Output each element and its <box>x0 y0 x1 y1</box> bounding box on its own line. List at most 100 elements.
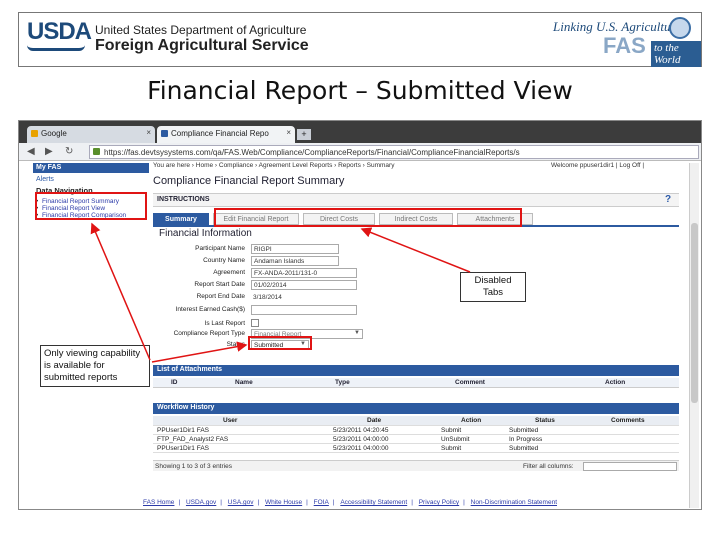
breadcrumb: You are here › Home › Compliance › Agree… <box>153 162 395 169</box>
field-label: Country Name <box>203 257 245 264</box>
workflow-header-row: User Date Action Status Comments <box>153 416 679 426</box>
workflow-col-user[interactable]: User <box>223 417 237 424</box>
forward-icon[interactable]: ▶ <box>45 146 53 157</box>
workflow-col-action[interactable]: Action <box>461 417 481 424</box>
workflow-status: Submitted <box>509 445 539 452</box>
workflow-date: 5/23/2011 04:00:00 <box>333 436 389 443</box>
field-label: Participant Name <box>195 245 245 252</box>
browser-screenshot: Google × Compliance Financial Repo × + ◀… <box>18 120 702 510</box>
help-icon[interactable]: ? <box>665 194 671 205</box>
interest-earned-field <box>251 305 357 315</box>
footer-link-fas-home[interactable]: FAS Home <box>143 499 174 506</box>
footer-link-usda[interactable]: USDA.gov <box>186 499 216 506</box>
field-label: Agreement <box>213 269 245 276</box>
attachments-col-type[interactable]: Type <box>335 379 350 386</box>
google-favicon-icon <box>31 130 38 137</box>
instructions-label: INSTRUCTIONS <box>157 196 210 203</box>
workflow-col-date[interactable]: Date <box>367 417 381 424</box>
tab-summary[interactable]: Summary <box>153 213 209 225</box>
attachments-col-action[interactable]: Action <box>605 379 625 386</box>
footer-link-privacy[interactable]: Privacy Policy <box>419 499 459 506</box>
footer-link-usa[interactable]: USA.gov <box>228 499 254 506</box>
footer-links: FAS Home | USDA.gov | USA.gov | White House… <box>143 499 557 506</box>
usda-department-name: United States Department of Agriculture <box>95 23 307 37</box>
browser-tab-compliance[interactable]: Compliance Financial Repo × <box>157 126 295 143</box>
usda-fas-banner: USDA United States Department of Agricul… <box>18 12 702 67</box>
instructions-bar[interactable]: INSTRUCTIONS ? <box>153 193 679 207</box>
workflow-action: Submit <box>441 427 462 434</box>
footer-link-accessibility[interactable]: Accessibility Statement <box>340 499 407 506</box>
workflow-action: Submit <box>441 445 462 452</box>
back-icon[interactable]: ◀ <box>27 146 35 157</box>
browser-tab-label: Compliance Financial Repo <box>171 129 269 138</box>
usda-logo: USDA <box>27 18 92 45</box>
workflow-heading: Workflow History <box>153 403 679 414</box>
close-icon[interactable]: × <box>146 128 151 137</box>
close-icon[interactable]: × <box>286 128 291 137</box>
viewing-capability-callout: Only viewing capability is available for… <box>40 345 150 387</box>
participant-name-field: RIGPI <box>251 244 339 254</box>
reload-icon[interactable]: ↻ <box>65 146 73 157</box>
left-nav-highlight <box>35 192 147 220</box>
address-bar: ◀ ▶ ↻ https://fas.devtsysystems.com/qa/F… <box>19 143 701 161</box>
fas-world-tag: to the World <box>651 41 701 67</box>
chevron-down-icon: ▼ <box>354 330 360 336</box>
fas-logo: FAS <box>603 33 646 58</box>
attachments-col-id[interactable]: ID <box>171 379 178 386</box>
browser-tab-label: Google <box>41 129 67 138</box>
field-label: Report End Date <box>196 293 245 300</box>
workflow-entry-count: Showing 1 to 3 of 3 entries <box>155 463 232 470</box>
nav-link-alerts[interactable]: Alerts <box>36 176 54 183</box>
footer-link-white-house[interactable]: White House <box>265 499 302 506</box>
table-row: PPUser1Dir1 FAS 5/23/2011 04:20:45 Submi… <box>153 426 679 435</box>
usda-agency-name: Foreign Agricultural Service <box>95 37 309 54</box>
nav-header-my-fas[interactable]: My FAS <box>33 163 149 173</box>
disabled-tabs-callout: Disabled Tabs <box>460 272 526 302</box>
filter-input[interactable] <box>583 462 677 471</box>
table-row: PPUser1Dir1 FAS 5/23/2011 04:00:00 Submi… <box>153 444 679 453</box>
workflow-user: PPUser1Dir1 FAS <box>157 427 210 434</box>
workflow-status: In Progress <box>509 436 543 443</box>
workflow-action: UnSubmit <box>441 436 470 443</box>
globe-icon <box>669 17 691 39</box>
vertical-scrollbar[interactable] <box>689 163 699 508</box>
footer-link-non-discrimination[interactable]: Non-Discrimination Statement <box>471 499 557 506</box>
field-label: Is Last Report <box>204 320 245 327</box>
workflow-table: User Date Action Status Comments PPUser1… <box>153 416 679 453</box>
scroll-thumb[interactable] <box>691 223 698 403</box>
attachments-heading: List of Attachments <box>153 365 679 376</box>
browser-tabstrip: Google × Compliance Financial Repo × + <box>19 121 701 143</box>
disabled-tabs-highlight <box>214 208 522 227</box>
page-heading: Compliance Financial Report Summary <box>153 175 345 187</box>
browser-tab-google[interactable]: Google × <box>27 126 155 143</box>
url-input[interactable]: https://fas.devtsysystems.com/qa/FAS.Web… <box>89 145 699 159</box>
usda-swoosh-icon <box>27 45 85 51</box>
country-name-field: Andaman Islands <box>251 256 339 266</box>
workflow-status: Submitted <box>509 427 539 434</box>
table-row: FTP_FAD_Analyst2 FAS 5/23/2011 04:00:00 … <box>153 435 679 444</box>
field-label: Compliance Report Type <box>173 330 245 337</box>
is-last-report-checkbox <box>251 319 259 327</box>
page-favicon-icon <box>161 130 168 137</box>
workflow-col-status[interactable]: Status <box>535 417 555 424</box>
lock-icon <box>93 148 100 155</box>
workflow-user: FTP_FAD_Analyst2 FAS <box>157 436 229 443</box>
filter-label: Filter all columns: <box>523 463 574 470</box>
attachments-col-name[interactable]: Name <box>235 379 253 386</box>
workflow-col-comments[interactable]: Comments <box>611 417 645 424</box>
status-highlight <box>248 336 312 350</box>
slide-title: Financial Report – Submitted View <box>147 76 573 105</box>
field-label: Report Start Date <box>194 281 245 288</box>
agreement-field: FX-ANDA-2011/131-0 <box>251 268 357 278</box>
attachments-col-comment[interactable]: Comment <box>455 379 485 386</box>
field-label: Interest Earned Cash($) <box>175 306 245 313</box>
welcome-user[interactable]: Welcome ppuser1dir1 | Log Off | <box>551 162 644 169</box>
workflow-user: PPUser1Dir1 FAS <box>157 445 210 452</box>
workflow-footer: Showing 1 to 3 of 3 entries Filter all c… <box>153 460 679 471</box>
attachments-header-row: ID Name Type Comment Action <box>153 378 679 388</box>
footer-link-foia[interactable]: FOIA <box>314 499 329 506</box>
new-tab-button[interactable]: + <box>297 129 311 140</box>
workflow-date: 5/23/2011 04:20:45 <box>333 427 389 434</box>
workflow-date: 5/23/2011 04:00:00 <box>333 445 389 452</box>
field-label: Status <box>226 341 245 348</box>
